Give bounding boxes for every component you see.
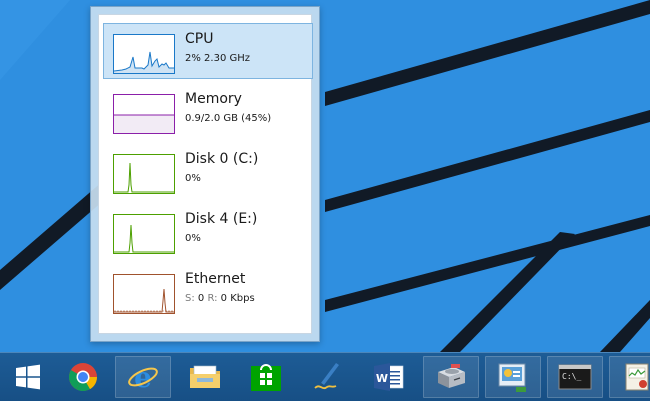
disk-4-graph [113,214,175,254]
cpu-value: 2% 2.30 GHz [185,53,251,64]
ethernet-value: S: 0 R: 0 Kbps [185,293,255,304]
pen-app-taskbar-button[interactable] [300,356,356,398]
disk-0-title: Disk 0 (C:) [185,151,259,167]
command-prompt-taskbar-button[interactable]: C:\_ [547,356,603,398]
network-app-taskbar-button[interactable] [485,356,541,398]
taskbar: e W C:\_ [0,352,650,401]
chrome-taskbar-button[interactable] [55,356,111,398]
ethernet-graph [113,274,175,314]
perf-item-ethernet[interactable]: Ethernet S: 0 R: 0 Kbps [103,263,313,319]
svg-text:C:\_: C:\_ [562,372,581,381]
cpu-title: CPU [185,31,214,47]
cpu-graph [113,34,175,74]
send-value: 0 [197,293,205,304]
svg-text:W: W [376,372,388,385]
memory-title: Memory [185,91,242,107]
performance-list: CPU 2% 2.30 GHz Memory 0.9/2.0 GB (45%) … [98,14,313,334]
file-explorer-taskbar-button[interactable] [177,356,233,398]
perf-item-memory[interactable]: Memory 0.9/2.0 GB (45%) [103,83,313,139]
word-taskbar-button[interactable]: W [361,356,417,398]
perf-item-disk-4[interactable]: Disk 4 (E:) 0% [103,203,313,259]
svg-text:e: e [134,362,152,392]
disk-0-graph [113,154,175,194]
store-taskbar-button[interactable] [238,356,294,398]
perf-item-cpu[interactable]: CPU 2% 2.30 GHz [103,23,313,79]
task-manager-taskbar-button[interactable] [609,356,650,398]
perf-item-disk-0[interactable]: Disk 0 (C:) 0% [103,143,313,199]
send-label: S: [185,293,195,304]
internet-explorer-taskbar-button[interactable]: e [115,356,171,398]
receive-value: 0 Kbps [220,293,255,304]
disk-4-value: 0% [185,233,201,244]
receive-label: R: [207,293,218,304]
disk-management-taskbar-button[interactable] [423,356,479,398]
memory-value: 0.9/2.0 GB (45%) [185,113,272,124]
disk-0-value: 0% [185,173,201,184]
task-manager-flyout: CPU 2% 2.30 GHz Memory 0.9/2.0 GB (45%) … [90,6,320,342]
disk-4-title: Disk 4 (E:) [185,211,258,227]
memory-graph [113,94,175,134]
start-button[interactable] [0,356,56,398]
ethernet-title: Ethernet [185,271,246,287]
